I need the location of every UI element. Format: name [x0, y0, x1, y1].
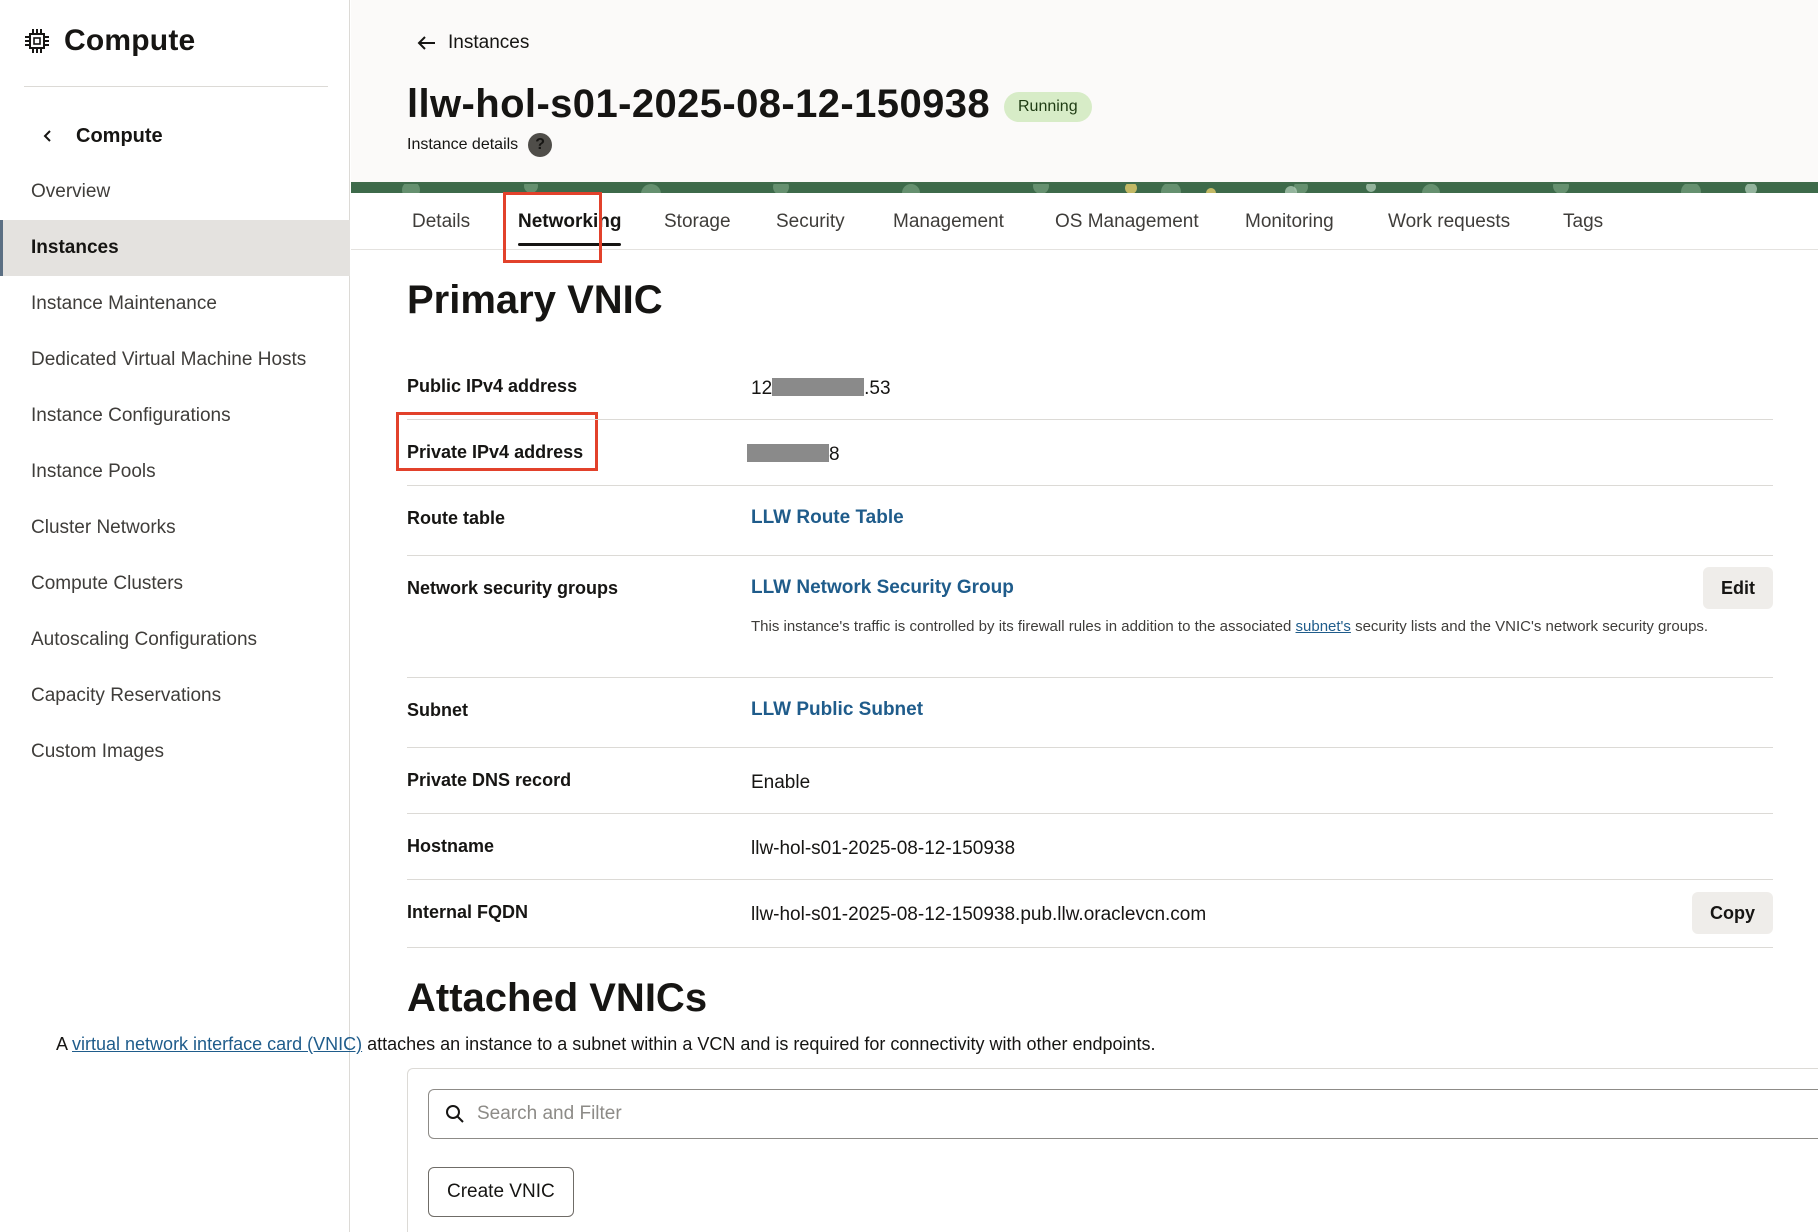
- hostname-value: llw-hol-s01-2025-08-12-150938: [751, 838, 1016, 859]
- tab-management[interactable]: Management: [893, 193, 1004, 250]
- private-ip-value: 8: [747, 444, 840, 466]
- decorative-banner: [351, 182, 1818, 193]
- status-badge: Running: [1004, 92, 1092, 122]
- public-ip-label: Public IPv4 address: [407, 376, 578, 396]
- help-icon[interactable]: ?: [528, 133, 553, 157]
- arrow-left-icon: [417, 36, 435, 50]
- fqdn-row: Internal FQDN llw-hol-s01-2025-08-12-150…: [407, 880, 1773, 948]
- private-dns-label: Private DNS record: [407, 770, 572, 790]
- edit-nsg-button[interactable]: Edit: [1703, 567, 1773, 609]
- chevron-left-icon: [43, 130, 51, 142]
- sidebar-item-instance-pools[interactable]: Instance Pools: [0, 444, 350, 500]
- redacted-block: [772, 378, 865, 396]
- page-subtitle: Instance details ?: [407, 132, 553, 158]
- search-input[interactable]: [477, 1103, 1677, 1125]
- page-title: llw-hol-s01-2025-08-12-150938: [407, 82, 991, 126]
- sidebar-item-capacity-reservations[interactable]: Capacity Reservations: [0, 668, 350, 724]
- page-header: Instances llw-hol-s01-2025-08-12-150938 …: [351, 0, 1818, 182]
- nsg-row: Network security groups LLW Network Secu…: [407, 556, 1773, 678]
- route-table-label: Route table: [407, 508, 506, 528]
- public-ip-value: 12.53: [751, 378, 891, 400]
- attached-vnics-panel: Create VNIC: [407, 1068, 1818, 1232]
- tab-security[interactable]: Security: [776, 193, 845, 250]
- nsg-note-text-end: security lists and the VNIC's network se…: [1350, 618, 1709, 635]
- tab-details[interactable]: Details: [412, 193, 470, 250]
- private-dns-value: Enable: [751, 772, 811, 793]
- desc-text-end: attaches an instance to a subnet within …: [362, 1034, 1156, 1054]
- public-ip-prefix: 12: [751, 378, 773, 399]
- tab-networking[interactable]: Networking: [518, 193, 622, 250]
- fqdn-label: Internal FQDN: [407, 902, 529, 922]
- sidebar-item-custom-images[interactable]: Custom Images: [0, 724, 350, 780]
- attached-vnics-heading: Attached VNICs: [407, 976, 708, 1020]
- sidebar-item-cluster-networks[interactable]: Cluster Networks: [0, 500, 350, 556]
- redacted-block: [747, 444, 829, 462]
- sidebar-back-label: Compute: [76, 124, 163, 147]
- sidebar-item-autoscaling-configurations[interactable]: Autoscaling Configurations: [0, 612, 350, 668]
- sidebar-item-instances[interactable]: Instances: [0, 220, 350, 276]
- hostname-row: Hostname llw-hol-s01-2025-08-12-150938: [407, 814, 1773, 880]
- private-ip-suffix: 8: [829, 444, 840, 465]
- attached-vnics-description: A virtual network interface card (VNIC) …: [56, 1034, 1156, 1055]
- subnet-label: Subnet: [407, 700, 468, 720]
- subtitle-label: Instance details: [407, 136, 519, 153]
- sidebar-header: Compute: [24, 20, 195, 62]
- sidebar-title: Compute: [64, 24, 196, 57]
- nsg-note-text: This instance's traffic is controlled by…: [751, 618, 1296, 635]
- sidebar-item-dedicated-vm-hosts[interactable]: Dedicated Virtual Machine Hosts: [0, 332, 350, 388]
- tab-storage[interactable]: Storage: [664, 193, 731, 250]
- search-icon: [446, 1105, 464, 1123]
- sidebar-divider: [24, 86, 328, 87]
- tab-work-requests[interactable]: Work requests: [1388, 193, 1510, 250]
- sidebar-back-button[interactable]: Compute: [40, 120, 163, 152]
- sidebar-item-overview[interactable]: Overview: [0, 164, 350, 220]
- fqdn-value: llw-hol-s01-2025-08-12-150938.pub.llw.or…: [751, 904, 1207, 925]
- tab-os-management[interactable]: OS Management: [1055, 193, 1199, 250]
- public-ip-row: Public IPv4 address 12.53: [407, 360, 1773, 420]
- sidebar-item-instance-configurations[interactable]: Instance Configurations: [0, 388, 350, 444]
- subnet-link[interactable]: LLW Public Subnet: [751, 699, 923, 721]
- banner-pattern: [351, 182, 1818, 193]
- primary-vnic-heading: Primary VNIC: [407, 278, 663, 322]
- nsg-label: Network security groups: [407, 578, 619, 598]
- subnet-security-link[interactable]: subnet's: [1296, 618, 1351, 635]
- desc-text: A: [56, 1034, 73, 1054]
- sidebar-item-compute-clusters[interactable]: Compute Clusters: [0, 556, 350, 612]
- tab-bar: Details Networking Storage Security Mana…: [351, 193, 1818, 250]
- route-table-row: Route table LLW Route Table: [407, 486, 1773, 556]
- create-vnic-button[interactable]: Create VNIC: [428, 1167, 574, 1217]
- route-table-link[interactable]: LLW Route Table: [751, 507, 904, 529]
- tab-tags[interactable]: Tags: [1563, 193, 1603, 250]
- vnic-doc-link[interactable]: virtual network interface card (VNIC): [72, 1034, 362, 1054]
- app: Compute Compute Overview Instances Insta…: [0, 0, 1818, 1232]
- nsg-note: This instance's traffic is controlled by…: [751, 616, 1711, 638]
- nsg-link[interactable]: LLW Network Security Group: [751, 577, 1014, 599]
- hostname-label: Hostname: [407, 836, 495, 856]
- copy-fqdn-button[interactable]: Copy: [1692, 892, 1773, 934]
- back-to-instances-link[interactable]: Instances: [416, 28, 529, 58]
- subnet-row: Subnet LLW Public Subnet: [407, 678, 1773, 748]
- public-ip-suffix: .53: [864, 378, 891, 399]
- back-link-label: Instances: [448, 32, 530, 53]
- tab-monitoring[interactable]: Monitoring: [1245, 193, 1334, 250]
- sidebar-item-instance-maintenance[interactable]: Instance Maintenance: [0, 276, 350, 332]
- private-ip-label: Private IPv4 address: [407, 442, 584, 462]
- private-dns-row: Private DNS record Enable: [407, 748, 1773, 814]
- sidebar-nav: Overview Instances Instance Maintenance …: [0, 164, 350, 780]
- chip-icon: [25, 29, 49, 53]
- private-ip-row: Private IPv4 address 8: [407, 420, 1773, 486]
- search-bar[interactable]: [428, 1089, 1818, 1139]
